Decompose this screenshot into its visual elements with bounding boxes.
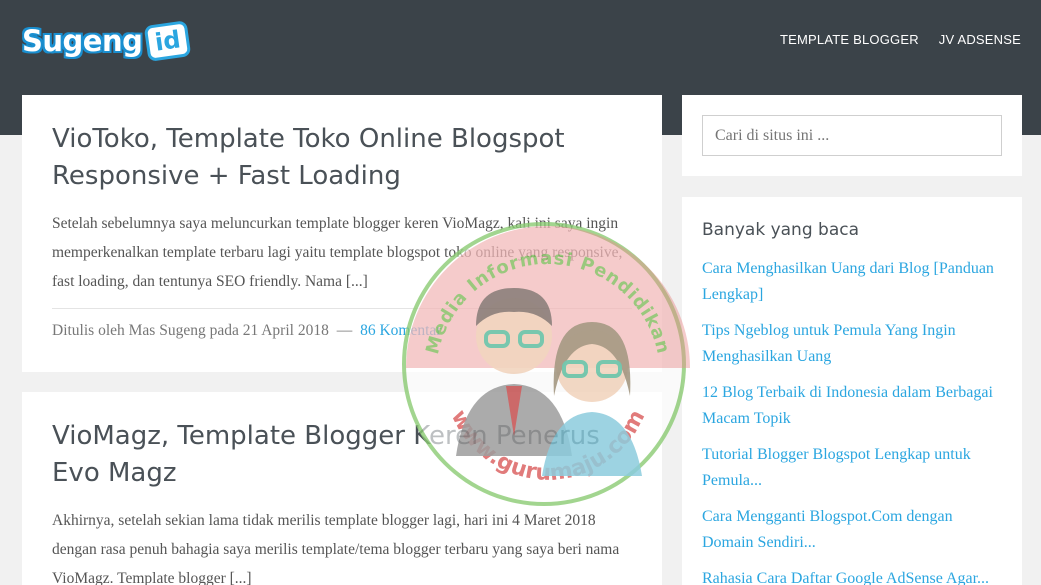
nav-item-jv-adsense[interactable]: JV ADSENSE [939,30,1021,49]
popular-item[interactable]: Rahasia Cara Daftar Google AdSense Agar.… [702,566,1002,585]
site-logo[interactable]: Sugeng id [22,18,193,64]
popular-title: Banyak yang baca [702,220,860,240]
post-author-date: Ditulis oleh Mas Sugeng pada 21 April 20… [52,322,329,339]
watermark-graphic: Media Informasi Pendidikan www.gurumaju.… [422,248,673,486]
popular-item[interactable]: Tutorial Blogger Blogspot Lengkap untuk … [702,442,1002,494]
popular-posts-widget: Banyak yang baca Cara Menghasilkan Uang … [682,197,1022,585]
search-widget [682,95,1022,176]
popular-item[interactable]: Tips Ngeblog untuk Pemula Yang Ingin Men… [702,318,1002,370]
popular-item[interactable]: Cara Menghasilkan Uang dari Blog [Pandua… [702,256,1002,308]
logo-text: Sugeng [22,24,143,58]
main-nav: TEMPLATE BLOGGER JV ADSENSE [780,30,1041,49]
post-title[interactable]: VioToko, Template Toko Online Blogspot R… [52,121,632,195]
nav-item-template-blogger[interactable]: TEMPLATE BLOGGER [780,30,919,49]
logo-badge: id [144,20,193,62]
popular-item[interactable]: 12 Blog Terbaik di Indonesia dalam Berba… [702,380,1002,432]
popular-list: Cara Menghasilkan Uang dari Blog [Pandua… [702,256,1002,585]
sidebar: Banyak yang baca Cara Menghasilkan Uang … [682,95,1022,585]
watermark-logo: Media Informasi Pendidikan www.gurumaju.… [402,222,690,506]
meta-separator: — [336,322,353,339]
popular-item[interactable]: Cara Mengganti Blogspot.Com dengan Domai… [702,504,1002,556]
post-excerpt: Akhirnya, setelah sekian lama tidak meri… [52,512,620,585]
search-input[interactable] [702,115,1002,156]
